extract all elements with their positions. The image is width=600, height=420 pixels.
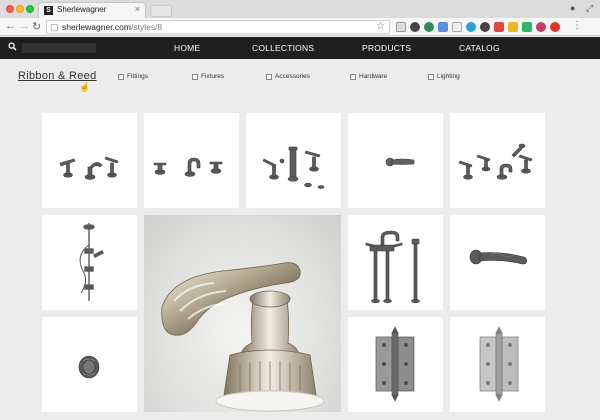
- checkbox[interactable]: [118, 73, 124, 80]
- door-lever-icon: [469, 249, 527, 265]
- yellow-extension-icon[interactable]: [508, 22, 518, 32]
- checkbox[interactable]: [266, 73, 272, 80]
- font-extension-icon[interactable]: [452, 22, 462, 32]
- window-maximize-button[interactable]: [26, 5, 34, 13]
- tub-set-handshower-icon: [458, 143, 533, 180]
- lever-handle-icon: [385, 157, 415, 167]
- red-extension-icon[interactable]: [494, 22, 504, 32]
- address-bar[interactable]: ▢ sherlewagner.com/styles/8 ☆: [46, 20, 390, 34]
- product-tile[interactable]: [450, 113, 545, 208]
- product-tile[interactable]: [450, 317, 545, 412]
- product-tile[interactable]: [348, 215, 443, 310]
- checkbox[interactable]: [350, 73, 356, 80]
- globe-extension-icon[interactable]: [466, 22, 476, 32]
- tub-faucet-set-icon: [153, 157, 223, 177]
- reload-button[interactable]: ↻: [32, 20, 41, 33]
- site-search-input[interactable]: [22, 43, 96, 53]
- nav-collections-link[interactable]: COLLECTIONS: [252, 43, 314, 53]
- shower-system-icon: [79, 223, 104, 301]
- nav-home-link[interactable]: HOME: [174, 43, 200, 53]
- page-title[interactable]: Ribbon & Reed: [18, 70, 97, 82]
- lens-extension-icon[interactable]: [480, 22, 490, 32]
- product-tile[interactable]: [348, 113, 443, 208]
- floor-mount-tub-filler-icon: [365, 230, 420, 304]
- product-tile[interactable]: [450, 215, 545, 310]
- dark-extension-icon[interactable]: [410, 22, 420, 32]
- product-tile[interactable]: [42, 317, 137, 412]
- search-icon[interactable]: [8, 42, 17, 51]
- window-minimize-button[interactable]: [16, 5, 24, 13]
- browser-menu-icon[interactable]: ⋮: [572, 20, 582, 32]
- product-tile[interactable]: [42, 215, 137, 310]
- pink-extension-icon[interactable]: [536, 22, 546, 32]
- fullscreen-icon[interactable]: ⤢: [586, 3, 593, 14]
- product-tile[interactable]: [42, 113, 137, 208]
- browser-tab[interactable]: S Sherlewagner ×: [38, 2, 146, 18]
- door-knob-icon: [78, 355, 100, 379]
- product-tile[interactable]: [348, 317, 443, 412]
- green-extension-icon[interactable]: [424, 22, 434, 32]
- nav-catalog-link[interactable]: CATALOG: [459, 43, 500, 53]
- product-tile[interactable]: [144, 113, 239, 208]
- browser-tab-bar: S Sherlewagner × ● ⤢: [0, 0, 600, 18]
- featured-product-photo[interactable]: [144, 215, 341, 412]
- nav-products-link[interactable]: PRODUCTS: [362, 43, 411, 53]
- bookmark-star-icon[interactable]: ☆: [376, 21, 385, 32]
- widespread-faucet-icon: [59, 156, 119, 180]
- site-navigation: HOME COLLECTIONS PRODUCTS CATALOG: [0, 37, 600, 59]
- checkbox[interactable]: [428, 73, 434, 80]
- filter-hardware[interactable]: Hardware: [350, 73, 387, 80]
- pinterest-extension-icon[interactable]: [550, 22, 560, 32]
- filter-accessories[interactable]: Accessories: [266, 73, 310, 80]
- hand-cursor-icon: ☝: [79, 82, 91, 92]
- green-square-extension-icon[interactable]: [522, 22, 532, 32]
- brass-hinge-icon: [375, 326, 415, 402]
- blue-extension-icon[interactable]: [438, 22, 448, 32]
- page-info-icon[interactable]: ▢: [50, 22, 59, 33]
- product-tile[interactable]: [246, 113, 341, 208]
- site-favicon-icon: S: [44, 6, 53, 15]
- url-text: sherlewagner.com/styles/8: [62, 22, 163, 32]
- tab-title: Sherlewagner: [57, 5, 107, 14]
- faucet-closeup-photo: [161, 262, 325, 412]
- checkbox[interactable]: [192, 73, 198, 80]
- filter-fixtures[interactable]: Fixtures: [192, 73, 224, 80]
- tab-close-icon[interactable]: ×: [135, 4, 140, 14]
- new-tab-button[interactable]: [150, 5, 172, 17]
- window-close-button[interactable]: [6, 5, 14, 13]
- steel-hinge-icon: [479, 326, 519, 402]
- filter-lighting[interactable]: Lighting: [428, 73, 460, 80]
- profile-icon[interactable]: ●: [570, 3, 575, 13]
- cast-extension-icon[interactable]: [396, 22, 406, 32]
- back-button[interactable]: ←: [5, 20, 16, 32]
- bidet-set-icon: [262, 146, 325, 189]
- forward-button[interactable]: →: [19, 20, 30, 32]
- filter-fittings[interactable]: Fittings: [118, 73, 148, 80]
